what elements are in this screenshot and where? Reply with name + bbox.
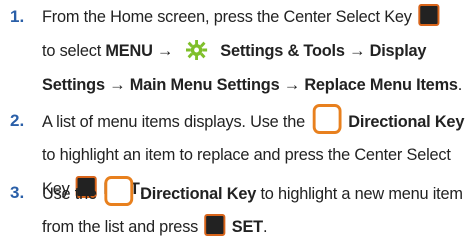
display-label: Display [369, 41, 427, 60]
settings-label: Settings [42, 75, 105, 94]
step-text-fragment: from the list and press [42, 217, 199, 236]
step-text-fragment: to select [42, 41, 106, 60]
step-line: From the Home screen, press the Center S… [42, 0, 453, 34]
main-menu-settings-label: Main Menu Settings [129, 75, 280, 94]
directional-key-label: Directional Key [140, 184, 257, 203]
settings-tools-label: Settings & Tools [220, 41, 345, 60]
step-number: 3. [10, 183, 25, 202]
directional-key-icon [312, 104, 342, 134]
step-number: 2. [10, 111, 25, 130]
step-text-fragment: to highlight an item to replace and pres… [42, 145, 451, 164]
arrow-glyph: → [109, 75, 126, 94]
step-text: From the Home screen, press the Center S… [42, 0, 462, 102]
arrow-glyph: → [349, 41, 366, 60]
step-line: Settings → Main Menu Settings → Replace … [42, 68, 462, 102]
step-text-fragment: . [457, 75, 463, 94]
directional-key-label: Directional Key [348, 112, 465, 131]
menu-label: MENU [105, 41, 153, 60]
step-line: to highlight an item to replace and pres… [42, 138, 453, 172]
step-line: A list of menu items displays. Use the D… [42, 104, 464, 138]
step-text-fragment: to highlight a new menu item [260, 184, 463, 203]
step-number: 1. [10, 7, 25, 26]
settings-tools-gear-icon [186, 40, 208, 60]
step-line: from the list and press SET. [42, 210, 453, 244]
step-text-fragment: . [262, 217, 268, 236]
directional-key-icon [104, 176, 133, 206]
step-line: Use the Directional Key to highlight a n… [42, 176, 463, 210]
instruction-document: 1. From the Home screen, press the Cente… [0, 0, 474, 250]
step-text-fragment: Use the [42, 184, 97, 203]
set-label: SET [231, 217, 263, 236]
step-line: to select MENU → Settings & Tools → Disp… [42, 34, 453, 68]
center-select-key-icon [418, 4, 440, 26]
center-select-key-icon [204, 214, 226, 236]
step-text-fragment: A list of menu items displays. Use the [42, 112, 306, 131]
replace-menu-items-label: Replace Menu Items [304, 75, 458, 94]
arrow-glyph: → [157, 41, 174, 60]
step-text-fragment: From the Home screen, press the Center S… [42, 7, 412, 26]
step-text: Use the Directional Key to highlight a n… [42, 176, 463, 244]
arrow-glyph: → [283, 75, 300, 94]
